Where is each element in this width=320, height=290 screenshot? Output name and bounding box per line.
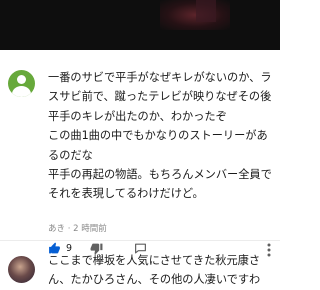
video-frame-highlight (160, 0, 230, 30)
comment-meta: あき · 2 時間前 (48, 222, 107, 234)
comment-timestamp: 2 時間前 (73, 224, 107, 234)
avatar[interactable] (8, 70, 35, 97)
comment-text: 一番のサビで平手がなぜキレがないのか、ラスサビ前で、蹴ったテレビが映りなぜその後… (48, 71, 272, 201)
avatar-head-shape (17, 75, 26, 84)
comment-author[interactable]: あき (48, 224, 65, 234)
video-frame-figure (196, 0, 216, 22)
comment-divider (0, 240, 280, 241)
video-player-thumbnail[interactable] (0, 0, 280, 50)
avatar[interactable] (8, 256, 35, 283)
comment-text: ここまで欅坂を人気にさせてきた秋元康さん、たかひろさん、その他の人凄いですわ (48, 254, 261, 287)
avatar-body-shape (12, 86, 31, 97)
